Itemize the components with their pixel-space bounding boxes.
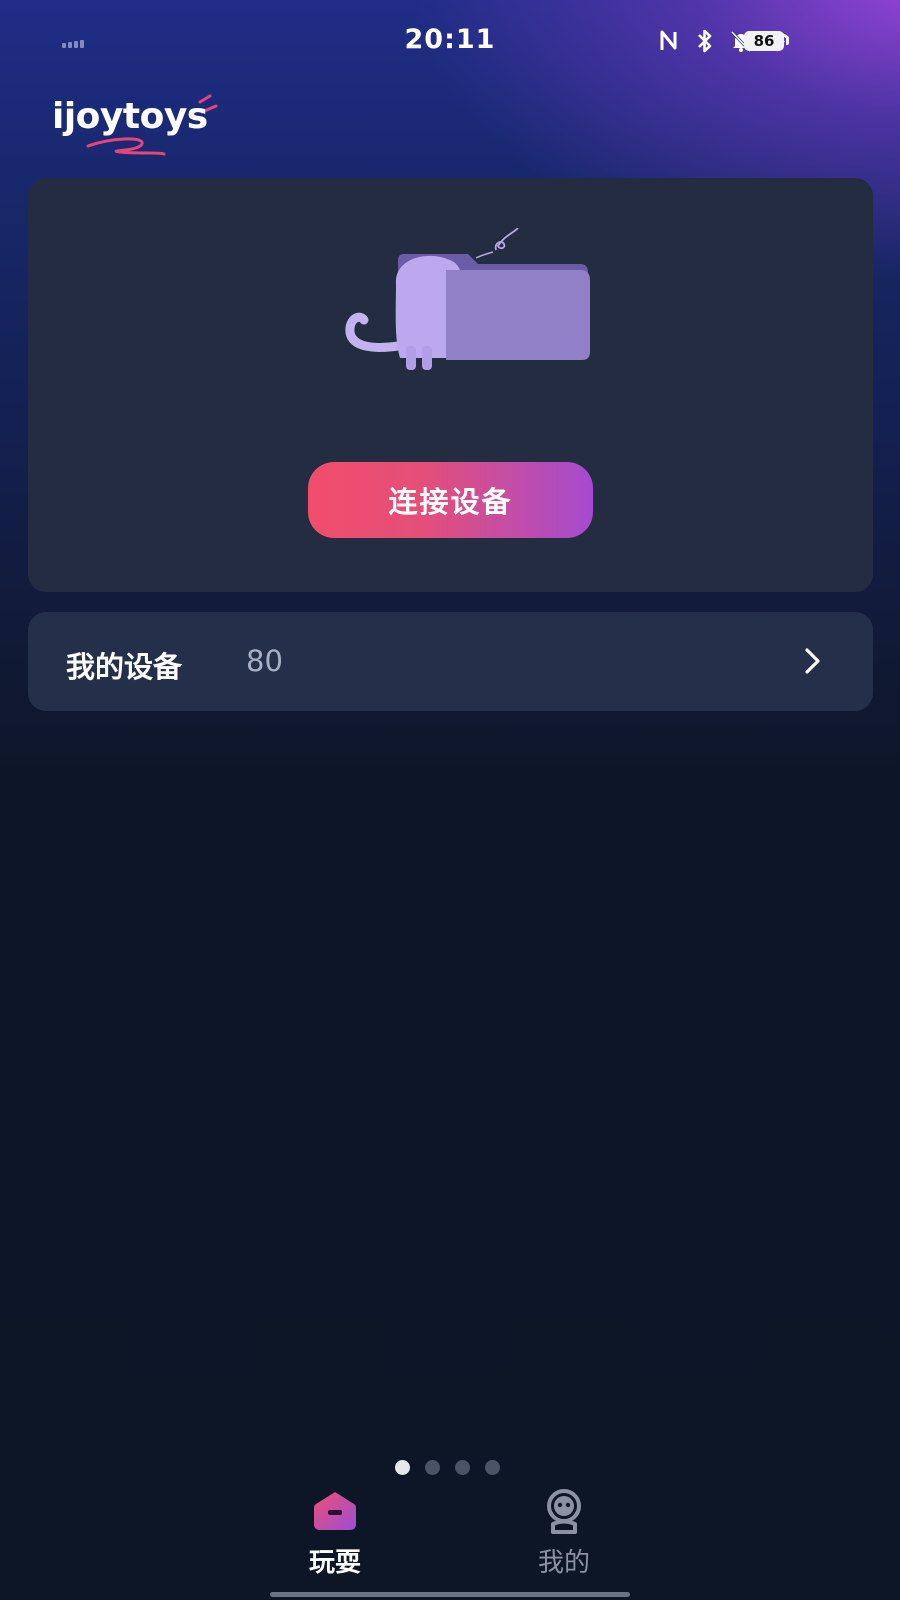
page-dot-2[interactable] [425, 1460, 440, 1475]
battery-icon: 86 [744, 31, 789, 51]
tab-play[interactable]: 玩耍 [265, 1488, 405, 1579]
status-bar: 20:11 86 [0, 0, 900, 84]
nfc-icon [656, 28, 682, 54]
page-indicator [395, 1460, 500, 1475]
connect-device-card: 连接设备 [28, 178, 873, 592]
tab-mine[interactable]: 我的 [494, 1488, 634, 1579]
cat-folder-illustration [345, 228, 590, 370]
logo-text: ijoytoys [52, 96, 208, 137]
play-home-icon [314, 1492, 356, 1530]
brand-logo: ijoytoys [50, 94, 230, 164]
page-dot-3[interactable] [455, 1460, 470, 1475]
my-devices-label: 我的设备 [66, 650, 183, 684]
tab-play-label: 玩耍 [308, 1548, 361, 1578]
connect-device-button[interactable]: 连接设备 [308, 462, 593, 538]
tab-mine-label: 我的 [537, 1548, 590, 1578]
chevron-right-icon [805, 648, 820, 674]
my-devices-count: 80 [246, 644, 283, 678]
page-dot-4[interactable] [485, 1460, 500, 1475]
page-dot-1[interactable] [395, 1460, 410, 1475]
my-devices-row[interactable]: 我的设备 80 [28, 612, 873, 711]
bluetooth-icon [692, 28, 718, 54]
home-indicator[interactable] [270, 1592, 630, 1597]
bottom-nav: 玩耍 我的 [0, 1480, 900, 1600]
robot-profile-icon [547, 1489, 581, 1534]
